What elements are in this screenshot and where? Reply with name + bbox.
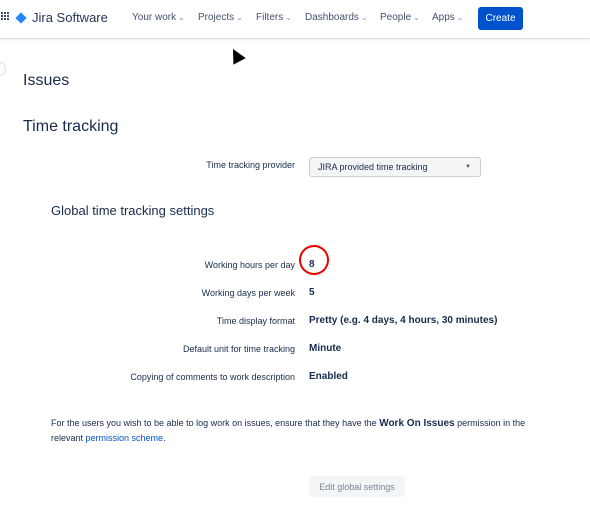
provider-label: Time tracking provider [206,160,295,170]
chevron-down-icon: ⌄ [413,13,420,22]
nav-people[interactable]: People ⌄ [380,12,420,23]
nav-projects[interactable]: Projects ⌄ [198,12,243,23]
setting-label: Time display format [216,316,295,326]
app-switcher-icon[interactable] [1,12,10,21]
setting-value: Minute [309,343,342,354]
global-settings-heading: Global time tracking settings [51,203,215,218]
provider-select[interactable]: JIRA provided time tracking ▼ [309,157,481,177]
app-name: Jira Software [32,10,108,25]
permission-note: For the users you wish to be able to log… [51,418,526,443]
edit-global-settings-button[interactable]: Edit global settings [309,476,405,497]
nav-your-work[interactable]: Your work ⌄ [132,12,185,23]
nav-filters[interactable]: Filters ⌄ [256,12,292,23]
top-nav: Jira Software Your work ⌄ Projects ⌄ Filte… [0,0,590,39]
provider-value: JIRA provided time tracking [318,162,428,172]
setting-value: 5 [309,287,315,298]
mouse-cursor-icon [226,45,246,65]
chevron-down-icon: ⌄ [456,13,464,22]
red-annotation-circle [296,242,332,278]
setting-value: Pretty (e.g. 4 days, 4 hours, 30 minutes… [309,315,498,326]
setting-label: Working hours per day [204,260,295,270]
permission-name: Work On Issues [379,418,455,429]
chevron-down-icon: ⌄ [236,13,243,22]
setting-label: Copying of comments to work description [130,372,295,382]
create-button[interactable]: Create [478,7,523,30]
jira-logo[interactable]: Jira Software [15,10,108,25]
nav-apps[interactable]: Apps ⌄ [432,12,464,23]
setting-value: Enabled [309,371,348,382]
dropdown-arrow-icon: ▼ [465,164,471,170]
chevron-down-icon: ⌄ [285,13,292,22]
nav-dashboards[interactable]: Dashboards ⌄ [305,12,368,23]
chevron-down-icon: ⌄ [178,13,185,22]
section-title: Time tracking [23,118,119,135]
sidebar-collapse-button[interactable] [0,62,6,76]
page-title: Issues [23,72,70,89]
setting-label: Working days per week [201,288,295,298]
setting-label: Default unit for time tracking [182,344,295,354]
jira-diamond-icon [15,11,27,24]
permission-scheme-link[interactable]: permission scheme [86,433,164,443]
chevron-down-icon: ⌄ [360,13,368,22]
